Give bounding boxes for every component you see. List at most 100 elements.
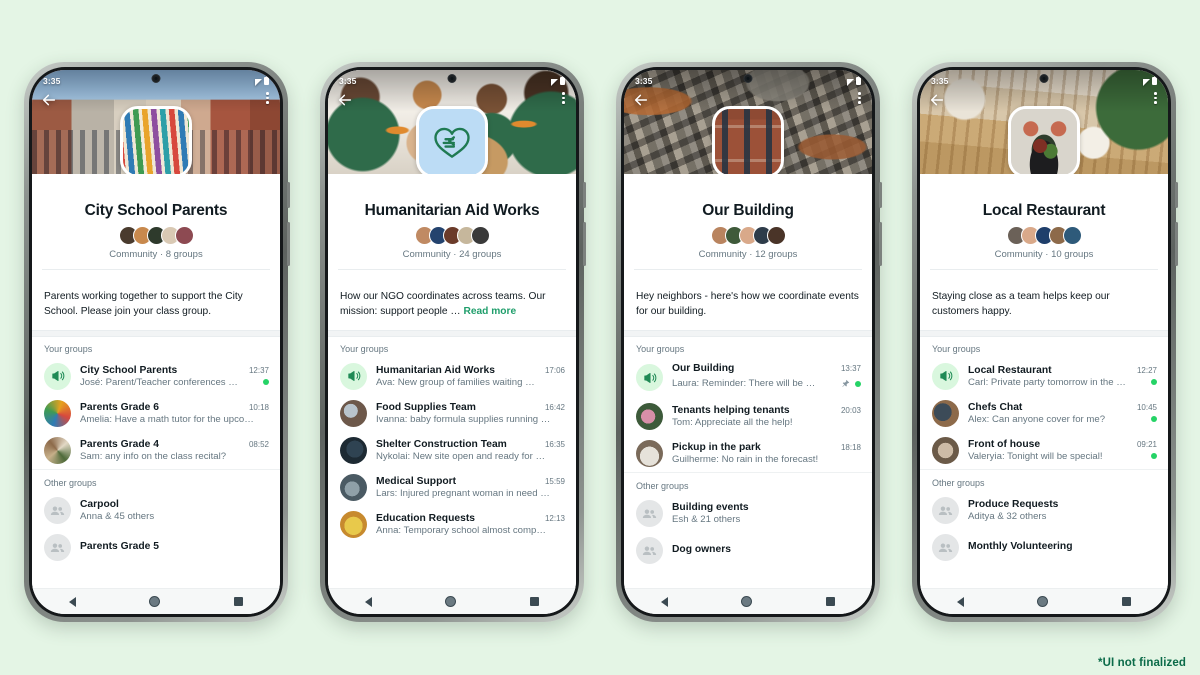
member-facepile[interactable] (634, 226, 862, 245)
android-nav-bar[interactable] (328, 588, 576, 614)
back-arrow-icon[interactable] (929, 92, 945, 108)
status-time: 3:35 (931, 76, 949, 86)
other-group-list-item[interactable]: Dog owners (624, 532, 872, 569)
overflow-menu-icon[interactable] (858, 92, 861, 104)
group-list-item[interactable]: Our Building 13:37 Laura: Reminder: There … (624, 358, 872, 398)
group-avatar (44, 436, 71, 464)
phone-bezel: 3:35 Our Building Community · 12 groups Hey… (621, 67, 875, 617)
nav-home-icon[interactable] (741, 596, 753, 607)
nav-recents-icon[interactable] (234, 597, 244, 606)
signal-icon (255, 78, 262, 86)
other-group-name: Monthly Volunteering (968, 541, 1073, 553)
other-group-members: Esh & 21 others (672, 513, 741, 525)
overflow-menu-icon[interactable] (562, 92, 565, 104)
other-group-list-item[interactable]: Building events Esh & 21 others (624, 495, 872, 532)
read-more-link[interactable]: Read more (463, 306, 516, 317)
other-group-list-item[interactable]: Parents Grade 5 (32, 529, 280, 566)
group-name: Medical Support (376, 475, 457, 487)
other-group-list-item[interactable]: Carpool Anna & 45 others (32, 492, 280, 529)
other-group-list-item[interactable]: Produce Requests Aditya & 32 others (920, 492, 1168, 529)
back-arrow-icon[interactable] (337, 92, 353, 108)
group-list-item[interactable]: Tenants helping tenants 20:03 Tom: Appreci… (624, 398, 872, 435)
group-timestamp: 17:06 (544, 365, 565, 375)
community-hero: 3:35 (328, 70, 576, 174)
group-list-item[interactable]: Front of house 09:21 Valeryia: Tonight wil… (920, 432, 1168, 469)
status-icons (847, 75, 861, 86)
other-group-name: Produce Requests (968, 498, 1059, 510)
back-arrow-icon[interactable] (41, 92, 57, 108)
member-avatar (174, 226, 194, 245)
groups-list[interactable]: Your groups City School Parents 12:37 José:… (32, 336, 280, 588)
nav-recents-icon[interactable] (530, 597, 540, 606)
divider (930, 269, 1158, 270)
group-name: City School Parents (80, 364, 178, 376)
signal-icon (551, 78, 558, 86)
android-nav-bar[interactable] (624, 588, 872, 614)
status-icons (255, 75, 269, 86)
group-preview-message: Tom: Appreciate all the help! (672, 416, 793, 428)
group-list-item[interactable]: Pickup in the park 18:18 Guilherme: No rai… (624, 435, 872, 472)
member-facepile[interactable] (42, 226, 270, 245)
nav-back-icon[interactable] (364, 596, 372, 607)
community-icon[interactable] (120, 106, 192, 174)
nav-recents-icon[interactable] (826, 597, 836, 606)
community-hero: 3:35 (32, 70, 280, 174)
group-list-item[interactable]: Chefs Chat 10:45 Alex: Can anyone cover fo… (920, 395, 1168, 432)
group-list-item[interactable]: Food Supplies Team 16:42 Ivanna: baby form… (328, 395, 576, 432)
groups-list[interactable]: Your groups Humanitarian Aid Works 17:06 Av… (328, 336, 576, 588)
community-icon[interactable] (712, 106, 784, 174)
overflow-menu-icon[interactable] (266, 92, 269, 104)
other-group-row-body: Dog owners (672, 544, 861, 556)
nav-back-icon[interactable] (68, 596, 76, 607)
member-facepile[interactable] (338, 226, 566, 245)
community-icon-image (1011, 109, 1077, 174)
group-timestamp: 16:42 (544, 402, 565, 412)
group-name: Education Requests (376, 512, 475, 524)
your-groups-header: Your groups (932, 343, 981, 354)
nav-back-icon[interactable] (660, 596, 668, 607)
group-row-top: Our Building 13:37 (672, 363, 861, 374)
group-list-item[interactable]: Parents Grade 4 08:52 Sam: any info on the… (32, 432, 280, 469)
group-avatar-icon (932, 496, 959, 524)
android-nav-bar[interactable] (32, 588, 280, 614)
nav-recents-icon[interactable] (1122, 597, 1132, 606)
group-list-item[interactable]: Local Restaurant 12:27 Carl: Private party… (920, 358, 1168, 395)
nav-home-icon[interactable] (149, 596, 161, 607)
phone-side-button (879, 182, 882, 208)
your-groups-header: Your groups (340, 343, 389, 354)
group-avatar-icon (636, 499, 663, 527)
group-row-bottom: José: Parent/Teacher conferences … (80, 377, 269, 388)
section-divider-band (920, 329, 1168, 337)
other-group-list-item[interactable]: Monthly Volunteering (920, 529, 1168, 566)
group-list-item[interactable]: Medical Support 15:59 Lars: Injured pregna… (328, 469, 576, 506)
nav-home-icon[interactable] (1037, 596, 1049, 607)
group-timestamp: 10:45 (1136, 402, 1157, 412)
android-nav-bar[interactable] (920, 588, 1168, 614)
community-icon[interactable] (416, 106, 488, 174)
nav-back-icon[interactable] (956, 596, 964, 607)
group-row-top: Front of house 09:21 (968, 439, 1157, 450)
back-arrow-icon[interactable] (633, 92, 649, 108)
community-icon[interactable] (1008, 106, 1080, 174)
battery-icon (856, 75, 861, 85)
group-timestamp: 20:03 (840, 405, 861, 415)
phone-bezel: 3:35 Humanitarian Aid Works Community · 24… (325, 67, 579, 617)
groups-list[interactable]: Your groups Our Building 13:37 Laura: Remin… (624, 336, 872, 588)
member-facepile[interactable] (930, 226, 1158, 245)
group-list-item[interactable]: Education Requests 12:13 Anna: Temporary s… (328, 506, 576, 543)
group-row-body: Front of house 09:21 Valeryia: Tonight wil… (968, 439, 1157, 462)
community-title: City School Parents (84, 202, 228, 219)
group-name: Parents Grade 6 (80, 401, 159, 413)
group-list-item[interactable]: Humanitarian Aid Works 17:06 Ava: New grou… (328, 358, 576, 395)
nav-home-icon[interactable] (445, 596, 457, 607)
phone-volume-button (287, 222, 290, 266)
unread-dot (855, 380, 861, 387)
your-groups-header: Your groups (636, 343, 685, 354)
group-list-item[interactable]: Parents Grade 6 10:18 Amelia: Have a math … (32, 395, 280, 432)
unread-dot (1151, 453, 1157, 460)
announcement-avatar (340, 362, 367, 390)
group-list-item[interactable]: City School Parents 12:37 José: Parent/Tea… (32, 358, 280, 395)
group-list-item[interactable]: Shelter Construction Team 16:35 Nykolai: N… (328, 432, 576, 469)
overflow-menu-icon[interactable] (1154, 92, 1157, 104)
groups-list[interactable]: Your groups Local Restaurant 12:27 Carl: Pr… (920, 336, 1168, 588)
